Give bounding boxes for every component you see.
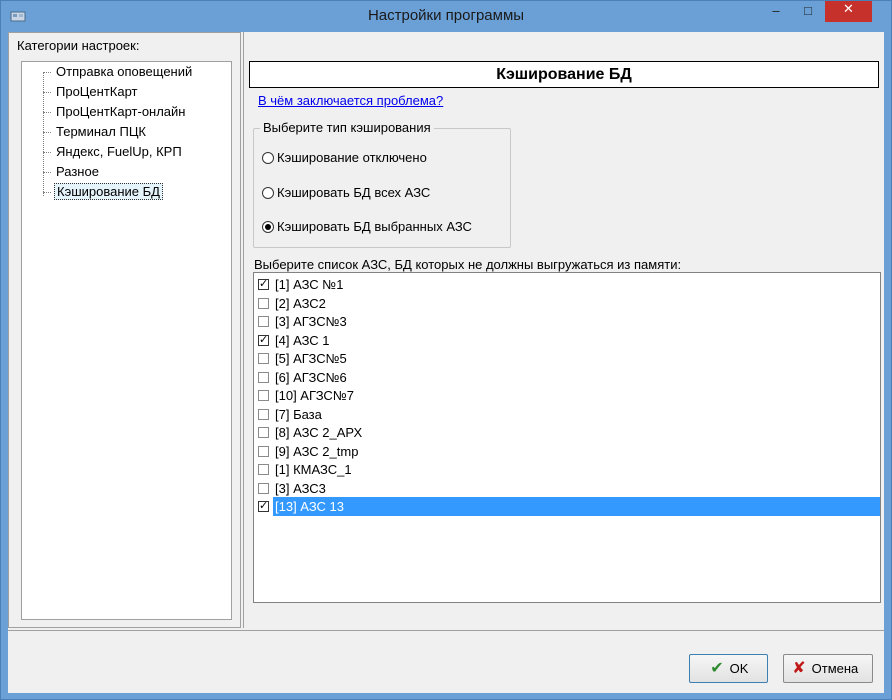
station-checkbox[interactable]: ✓ [258,279,269,290]
radio-label: Кэшировать БД всех АЗС [277,185,431,200]
tree-item-label: ПроЦентКарт-онлайн [56,104,186,119]
maximize-button[interactable]: □ [795,3,821,24]
tree-item-label: ПроЦентКарт [56,84,138,99]
categories-panel: Категории настроек: Отправка оповещений … [8,32,241,628]
radio-label: Кэшировать БД выбранных АЗС [277,219,472,234]
tree-item-procentkart-online[interactable]: ПроЦентКарт-онлайн [43,103,187,121]
station-row[interactable]: [1] КМАЗС_1 [254,460,880,479]
stations-list-label: Выберите список АЗС, БД которых не должн… [254,257,682,272]
station-label: [8] АЗС 2_АРХ [275,425,363,440]
station-checkbox[interactable] [258,390,269,401]
station-label: [4] АЗС 1 [275,332,330,348]
tree-item-notifications[interactable]: Отправка оповещений [43,63,194,81]
station-row[interactable]: ✓ [13] АЗС 13 [254,497,880,516]
station-label: [6] АГЗС№6 [275,369,347,385]
station-label: [2] АЗС2 [275,295,326,311]
radio-label: Кэширование отключено [277,150,427,165]
station-label: [10] АГЗС№7 [275,388,354,403]
station-checkbox[interactable] [258,427,269,438]
station-checkbox[interactable]: ✓ [258,501,269,512]
station-row[interactable]: [8] АЗС 2_АРХ [254,423,880,442]
categories-label: Категории настроек: [17,38,140,53]
station-row[interactable]: [7] База [254,405,880,424]
tree-item-label: Отправка оповещений [56,64,193,79]
station-checkbox[interactable] [258,353,269,364]
station-checkbox[interactable] [258,316,269,327]
station-checkbox[interactable] [258,445,269,457]
settings-panel: Кэширование БД В чём заключается проблем… [243,32,883,628]
station-label: [5] АГЗС№5 [275,351,347,366]
tree-item-misc[interactable]: Разное [43,163,101,181]
station-label: [1] КМАЗС_1 [275,462,352,477]
caching-type-group: Выберите тип кэширования Кэширование отк… [253,120,511,248]
radio-cache-selected[interactable]: Кэшировать БД выбранных АЗС [262,218,472,236]
checkmark-icon: ✔ [710,660,724,677]
cancel-button-label: Отмена [811,661,859,676]
tree-item-label: Разное [56,164,99,179]
station-row[interactable]: [3] АГЗС№3 [254,312,880,331]
help-link[interactable]: В чём заключается проблема? [258,93,443,108]
radio-button[interactable] [262,151,274,164]
cross-icon: ✘ [792,660,806,677]
section-title: Кэширование БД [249,61,879,88]
ok-button-label: OK [729,661,749,676]
station-label: [9] АЗС 2_tmp [275,443,359,459]
station-checkbox[interactable] [258,297,269,309]
client-area: Категории настроек: Отправка оповещений … [8,32,884,693]
radio-button[interactable] [262,186,274,199]
station-checkbox[interactable] [258,482,269,494]
tree-item-label: Терминал ПЦК [56,124,147,139]
station-label: [13] АЗС 13 [274,497,345,516]
station-row[interactable]: [2] АЗС2 [254,294,880,313]
station-checkbox[interactable] [258,464,269,475]
tree-item-label: Яндекс, FuelUp, КРП [56,144,182,159]
ok-button[interactable]: ✔ OK [689,654,768,683]
station-label: [1] АЗС №1 [275,277,344,292]
station-label: [7] База [275,406,322,422]
group-title: Выберите тип кэширования [260,120,434,135]
station-label: [3] АГЗС№3 [275,314,347,329]
tree-item-db-caching[interactable]: Кэширование БД [43,183,163,201]
station-row[interactable]: [9] АЗС 2_tmp [254,442,880,461]
cancel-button[interactable]: ✘ Отмена [783,654,873,683]
station-row[interactable]: [6] АГЗС№6 [254,368,880,387]
title-bar[interactable]: Настройки программы – □ ✕ [1,1,891,32]
settings-window: Настройки программы – □ ✕ Категории наст… [0,0,892,700]
station-checkbox[interactable] [258,371,269,383]
tree-item-procentkart[interactable]: ПроЦентКарт [43,83,140,101]
radio-caching-off[interactable]: Кэширование отключено [262,149,427,167]
station-row[interactable]: [10] АГЗС№7 [254,386,880,405]
station-row[interactable]: [3] АЗС3 [254,479,880,498]
station-row[interactable]: ✓ [1] АЗС №1 [254,275,880,294]
categories-tree[interactable]: Отправка оповещений ПроЦентКарт ПроЦентК… [21,61,232,620]
tree-item-label: Кэширование БД [54,183,163,200]
tree-item-terminal[interactable]: Терминал ПЦК [43,123,148,141]
station-row[interactable]: [5] АГЗС№5 [254,349,880,368]
stations-checklist[interactable]: ✓ [1] АЗС №1 [2] АЗС2 [3] АГЗС№3 ✓ [4] АЗС 1 [… [253,272,881,603]
minimize-button[interactable]: – [763,3,789,24]
station-checkbox[interactable] [258,408,269,420]
station-row[interactable]: ✓ [4] АЗС 1 [254,331,880,350]
radio-cache-all[interactable]: Кэшировать БД всех АЗС [262,184,430,202]
radio-button[interactable] [262,220,274,233]
window-title: Настройки программы [367,7,525,24]
tree-item-yandex[interactable]: Яндекс, FuelUp, КРП [43,143,184,161]
station-checkbox[interactable]: ✓ [258,334,269,346]
close-button[interactable]: ✕ [825,1,872,22]
station-label: [3] АЗС3 [275,480,326,496]
